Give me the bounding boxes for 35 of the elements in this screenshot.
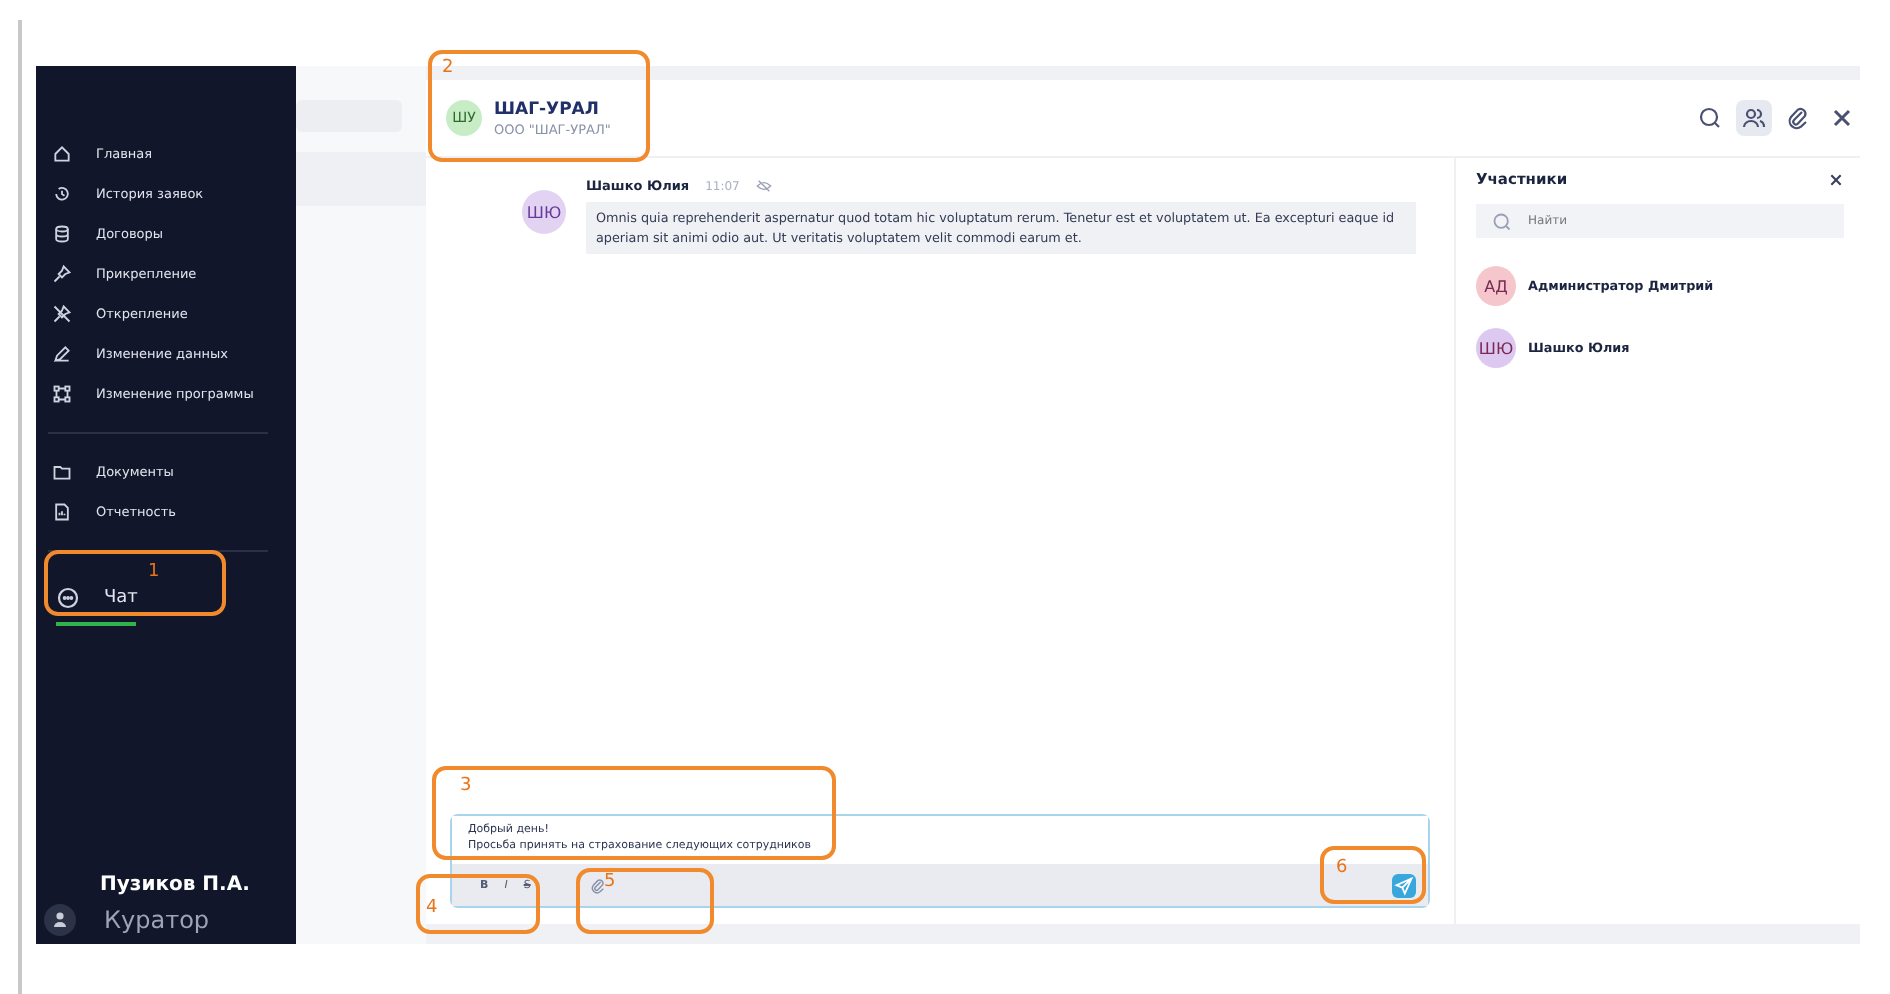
callout-number: 4 <box>426 898 438 918</box>
search-field[interactable] <box>296 100 402 132</box>
attach-icon[interactable] <box>590 877 607 893</box>
chat-title: ШАГ-УРАЛ <box>494 99 601 119</box>
search-icon <box>1698 106 1722 130</box>
participants-button[interactable] <box>1736 100 1772 136</box>
callout-number: 6 <box>1336 858 1348 878</box>
eye-off-icon <box>755 178 772 194</box>
history-icon <box>52 184 72 204</box>
nav-item[interactable]: Чат <box>52 576 280 620</box>
database-icon <box>52 224 72 244</box>
user-name: Пузиков П.А. <box>100 874 252 896</box>
unpin-icon <box>52 304 72 324</box>
edit-icon <box>52 344 72 364</box>
file-icon <box>52 502 72 522</box>
callout-number: 1 <box>148 562 160 582</box>
folder-icon <box>52 462 72 482</box>
home-icon <box>52 144 72 164</box>
participant-avatar: ШЮ <box>1476 328 1516 368</box>
user-avatar-icon <box>44 904 76 936</box>
author-avatar: ШЮ <box>522 190 566 234</box>
pin-icon <box>52 264 72 284</box>
search-icon <box>1492 211 1512 231</box>
callout-number: 5 <box>604 872 616 892</box>
close-icon[interactable] <box>1828 171 1844 187</box>
send-button[interactable] <box>1392 873 1416 897</box>
close-icon <box>1830 106 1854 130</box>
users-icon <box>1742 106 1766 130</box>
chat-icon <box>56 586 80 610</box>
callout-number: 2 <box>442 58 454 78</box>
nodes-icon <box>52 384 72 404</box>
user-role: Куратор <box>104 906 210 934</box>
participant-avatar: АД <box>1476 266 1516 306</box>
paperclip-icon <box>1786 106 1810 130</box>
callout-number: 3 <box>460 776 472 796</box>
